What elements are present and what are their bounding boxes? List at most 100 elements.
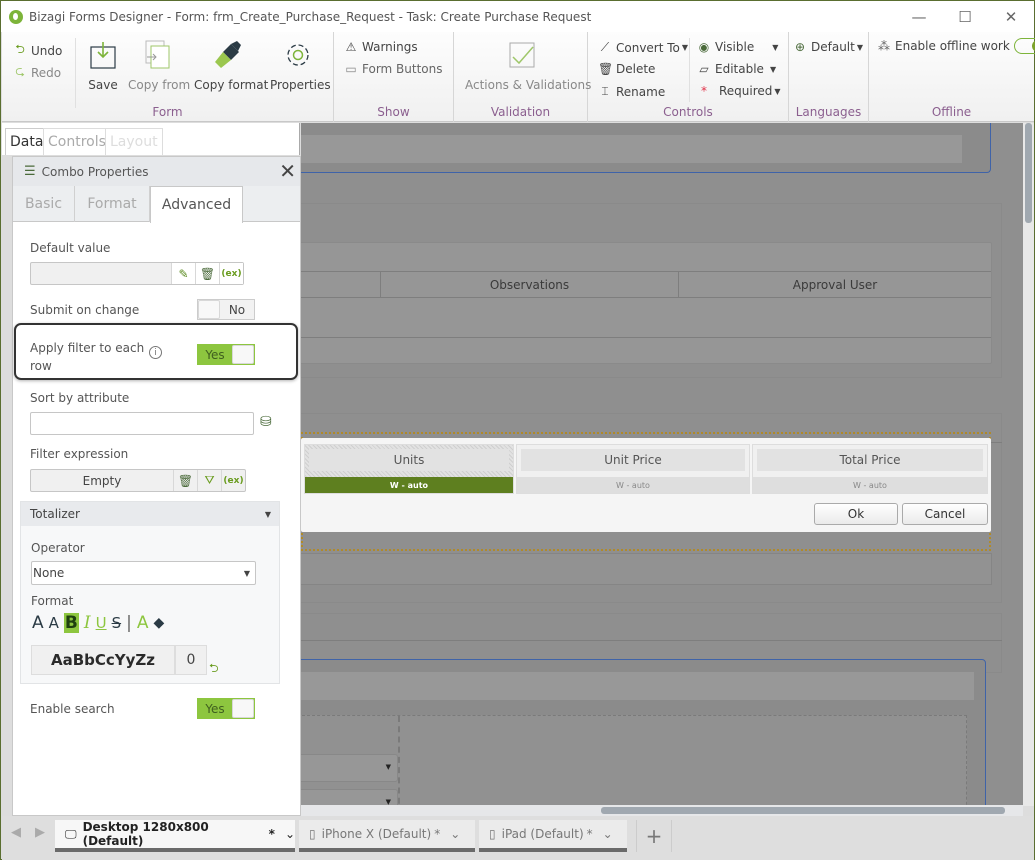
column-unit-price[interactable]: Unit Price W - auto xyxy=(516,444,750,494)
language-dropdown[interactable]: ⊕ Default ▼ xyxy=(793,40,863,54)
filter-funnel-icon[interactable]: ⛛ xyxy=(197,470,221,491)
toggle-knob xyxy=(232,345,254,364)
visible-dropdown[interactable]: ◉ Visible ▼ xyxy=(697,40,779,54)
sort-by-input[interactable] xyxy=(30,412,254,435)
paintbrush-icon xyxy=(194,38,262,72)
italic-icon[interactable]: I xyxy=(84,613,91,633)
add-attribute-icon[interactable]: ⛁ xyxy=(260,414,272,430)
strikethrough-icon[interactable]: S xyxy=(112,614,122,632)
save-icon xyxy=(88,38,118,72)
expression-icon[interactable]: (ex) xyxy=(219,263,243,284)
enable-offline-toggle[interactable]: ⁂ Enable offline work xyxy=(877,38,1035,54)
filter-expression-value[interactable]: Empty xyxy=(31,470,173,491)
fill-color-icon[interactable]: ◆ xyxy=(153,615,164,631)
warnings-button[interactable]: ⚠ Warnings xyxy=(344,40,418,54)
decimals-input[interactable]: 0 xyxy=(175,645,207,675)
enable-search-label: Enable search xyxy=(30,702,115,716)
decrease-font-icon[interactable]: A xyxy=(49,614,59,632)
horizontal-scrollbar[interactable] xyxy=(301,805,1023,816)
chevron-down-icon[interactable]: ⌄ xyxy=(450,827,460,841)
trash-icon[interactable]: 🗑 xyxy=(173,470,197,491)
tab-ipad[interactable]: ▯ iPad (Default) * ⌄ xyxy=(479,820,627,852)
close-panel-button[interactable]: ✕ xyxy=(279,159,296,183)
warning-icon: ⚠ xyxy=(345,40,357,54)
scroll-right-icon[interactable]: ▶ xyxy=(35,825,45,840)
convert-to-dropdown[interactable]: ⟋ Convert To ▼ xyxy=(598,40,688,55)
required-dropdown[interactable]: * Required ▼ xyxy=(697,84,781,98)
form-buttons-button[interactable]: ▭ Form Buttons xyxy=(344,62,442,76)
grid-header-observations: Observations xyxy=(380,272,678,297)
save-button[interactable]: Save xyxy=(88,38,118,92)
offline-switch[interactable] xyxy=(1013,38,1035,54)
ribbon: ⮌ Undo ⮎ Redo Save Copy from Copy format… xyxy=(2,32,1035,122)
field-placeholder xyxy=(301,135,962,163)
totalizer-header[interactable]: Totalizer ▼ xyxy=(21,502,279,526)
phone-icon: ▯ xyxy=(309,827,316,841)
scroll-left-icon[interactable]: ◀ xyxy=(11,825,21,840)
column-width-dialog: Units W - auto Unit Price W - auto Total… xyxy=(301,438,991,532)
tab-controls[interactable]: Controls xyxy=(43,128,111,155)
tab-layout[interactable]: Layout xyxy=(105,128,163,155)
undo-button[interactable]: ⮌ Undo xyxy=(13,40,62,61)
scroll-thumb[interactable] xyxy=(601,807,1005,814)
rename-button[interactable]: ⌶ Rename xyxy=(598,84,665,99)
increase-font-icon[interactable]: A xyxy=(32,613,44,633)
copy-format-button[interactable]: Copy format xyxy=(194,38,268,92)
trash-icon[interactable]: 🗑 xyxy=(195,263,219,284)
underline-icon[interactable]: U xyxy=(96,614,107,632)
delete-button[interactable]: 🗑 Delete xyxy=(598,62,655,76)
ribbon-group-controls: ⟋ Convert To ▼ 🗑 Delete ⌶ Rename ◉ Visibl… xyxy=(588,32,789,122)
tab-advanced[interactable]: Advanced xyxy=(150,186,243,223)
editable-dropdown[interactable]: ▱ Editable ▼ xyxy=(697,62,776,76)
add-device-button[interactable]: + xyxy=(636,820,672,852)
tab-basic[interactable]: Basic xyxy=(13,186,75,222)
ribbon-group-offline: ⁂ Enable offline work Offline xyxy=(869,32,1035,122)
ribbon-group-show: ⚠ Warnings ▭ Form Buttons Show xyxy=(334,32,454,122)
tab-desktop[interactable]: 🖵 Desktop 1280x800 (Default) * ⌄ xyxy=(55,820,295,852)
default-value-input[interactable] xyxy=(31,263,171,284)
toggle-knob xyxy=(198,300,220,319)
apply-filter-label: Apply filter to each row xyxy=(30,341,145,373)
redo-button[interactable]: ⮎ Redo xyxy=(13,62,61,83)
bold-icon[interactable]: B xyxy=(63,613,79,633)
column-units[interactable]: Units W - auto xyxy=(304,444,514,494)
combo-placeholder: ▼ xyxy=(301,754,398,782)
column-total-price[interactable]: Total Price W - auto xyxy=(752,444,988,494)
window-title: Bizagi Forms Designer - Form: frm_Create… xyxy=(29,9,592,24)
tab-data[interactable]: Data xyxy=(5,128,49,155)
enable-search-toggle[interactable]: Yes xyxy=(197,698,255,719)
font-color-icon[interactable]: A xyxy=(137,613,149,633)
cancel-button[interactable]: Cancel xyxy=(902,503,988,525)
dropdown-arrow-icon: ▼ xyxy=(774,86,781,96)
vertical-scrollbar[interactable] xyxy=(1023,123,1034,806)
chevron-down-icon[interactable]: ⌄ xyxy=(603,827,613,841)
edit-pencil-icon[interactable]: ✎ xyxy=(171,263,195,284)
properties-button[interactable]: Properties xyxy=(270,38,331,92)
filter-expression-field: Empty 🗑 ⛛ (ex) xyxy=(30,469,246,492)
expression-icon[interactable]: (ex) xyxy=(221,470,245,491)
operator-select[interactable]: None ▼ xyxy=(31,561,256,585)
bizagi-logo-icon xyxy=(9,9,23,24)
close-window-button[interactable]: ✕ xyxy=(988,1,1034,32)
group-label-offline: Offline xyxy=(931,105,972,119)
ok-button[interactable]: Ok xyxy=(814,503,898,525)
reset-format-icon[interactable]: ⮌ xyxy=(209,659,219,680)
default-value-field: ✎ 🗑 (ex) xyxy=(30,262,244,285)
scroll-thumb[interactable] xyxy=(1025,123,1032,223)
info-icon[interactable]: i xyxy=(149,346,162,359)
dropdown-arrow-icon: ▼ xyxy=(769,64,777,74)
submit-on-change-toggle[interactable]: No xyxy=(197,299,255,320)
minimize-button[interactable]: — xyxy=(896,1,942,32)
grid-divider xyxy=(301,337,991,338)
tab-iphone[interactable]: ▯ iPhone X (Default) * ⌄ xyxy=(299,820,475,852)
apply-filter-toggle[interactable]: Yes xyxy=(197,344,255,365)
tab-format[interactable]: Format xyxy=(75,186,150,222)
ribbon-group-validation: Actions & Validations Validation xyxy=(454,32,591,122)
actions-validations-button[interactable]: Actions & Validations xyxy=(465,38,591,92)
collapse-arrow-icon[interactable]: ▼ xyxy=(265,510,271,519)
copy-from-button[interactable]: Copy from xyxy=(128,38,190,92)
chevron-down-icon[interactable]: ⌄ xyxy=(285,827,295,841)
eye-icon: ◉ xyxy=(698,40,710,54)
maximize-button[interactable]: ☐ xyxy=(942,1,988,32)
grid-control: Observations Approval User xyxy=(301,242,992,364)
